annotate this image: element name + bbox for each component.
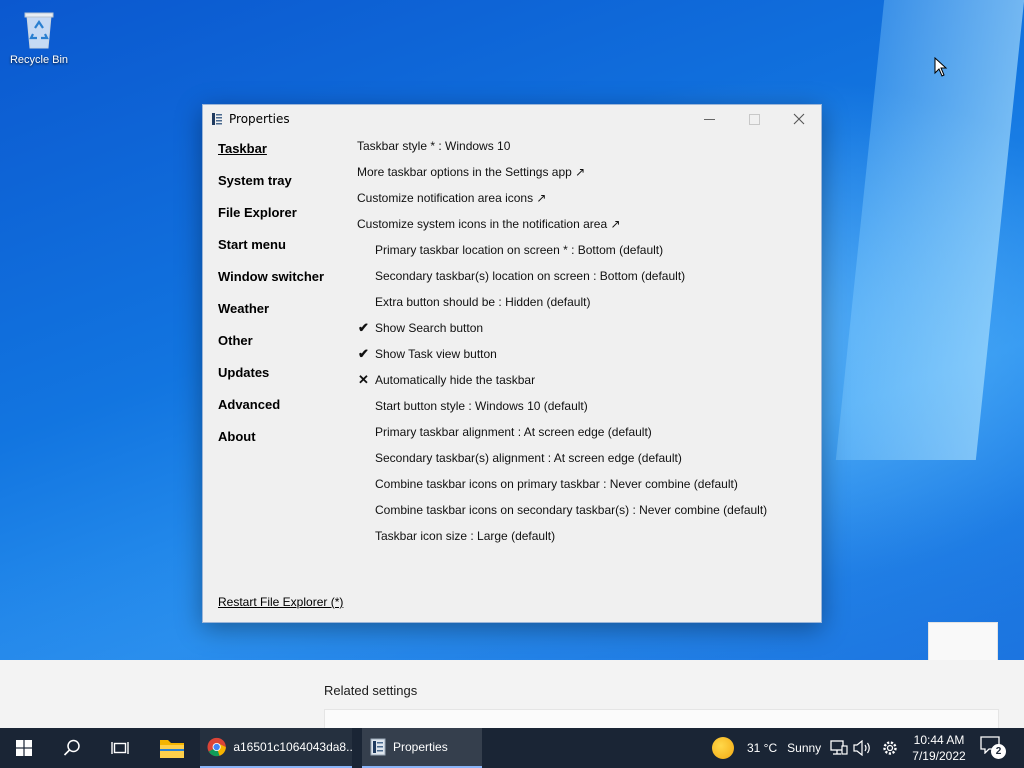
weather-condition: Sunny [787,741,822,755]
volume-tray-button[interactable] [852,738,872,758]
search-icon [63,739,80,756]
sun-icon [712,737,734,759]
option-label: More taskbar options in the Settings app… [357,165,586,179]
option-icon-size[interactable]: Taskbar icon size : Large (default) [357,528,812,554]
option-label: Automatically hide the taskbar [375,373,536,387]
option-label: Show Search button [375,321,484,335]
recycle-bin-shortcut[interactable]: Recycle Bin [4,8,74,74]
taskbar-options-list: Taskbar style * : Windows 10 More taskba… [357,138,812,554]
option-start-button-style[interactable]: Start button style : Windows 10 (default… [357,398,812,424]
option-system-icons-link[interactable]: Customize system icons in the notificati… [357,216,812,242]
task-view-button[interactable] [96,728,144,768]
check-icon: ✔ [358,320,369,335]
windows-logo-icon [16,740,32,756]
network-icon [830,740,848,755]
option-label: Taskbar style * : Windows 10 [357,139,511,153]
option-notification-icons-link[interactable]: Customize notification area icons ↗ [357,190,812,216]
chrome-taskbar-button[interactable]: a16501c1064043da8... [200,728,352,768]
properties-app-icon [370,738,386,756]
option-combine-secondary[interactable]: Combine taskbar icons on secondary taskb… [357,502,812,528]
file-explorer-taskbar-button[interactable] [148,728,196,768]
option-label: Customize system icons in the notificati… [357,217,621,231]
option-label: Secondary taskbar(s) alignment : At scre… [375,451,682,465]
sidebar-item-file-explorer[interactable]: File Explorer [218,205,348,237]
weather-widget[interactable]: 31 °C Sunny [712,728,824,768]
taskbar-clock[interactable]: 10:44 AM 7/19/2022 [906,732,972,764]
properties-window-label: Properties [393,740,448,754]
settings-sidebar: Taskbar System tray File Explorer Start … [218,141,348,461]
chrome-icon [207,737,226,757]
sidebar-item-other[interactable]: Other [218,333,348,365]
recycle-bin-icon [24,12,54,49]
app-icon [212,113,222,125]
folder-icon [160,740,184,758]
task-view-icon [111,742,129,754]
option-label: Start button style : Windows 10 (default… [375,399,588,413]
sidebar-item-start-menu[interactable]: Start menu [218,237,348,269]
recycle-bin-label: Recycle Bin [9,54,69,66]
sidebar-item-window-switcher[interactable]: Window switcher [218,269,348,301]
option-label: Primary taskbar location on screen * : B… [375,243,664,257]
maximize-button[interactable] [731,105,777,133]
option-show-search-button[interactable]: ✔ Show Search button [357,320,812,346]
option-label: Primary taskbar alignment : At screen ed… [375,425,652,439]
sidebar-item-taskbar[interactable]: Taskbar [218,141,348,173]
option-primary-alignment[interactable]: Primary taskbar alignment : At screen ed… [357,424,812,450]
sidebar-item-system-tray[interactable]: System tray [218,173,348,205]
settings-tray-button[interactable] [880,738,900,758]
start-button[interactable] [0,728,48,768]
action-center-button[interactable]: 2 [980,736,1008,760]
option-combine-primary[interactable]: Combine taskbar icons on primary taskbar… [357,476,812,502]
maximize-icon [748,113,760,125]
sidebar-item-updates[interactable]: Updates [218,365,348,397]
gear-icon [883,741,897,755]
option-taskbar-style[interactable]: Taskbar style * : Windows 10 [357,138,812,164]
mouse-cursor-icon [934,57,948,77]
properties-taskbar-button[interactable]: Properties [362,728,482,768]
weather-temperature: 31 °C [747,741,778,755]
option-label: Customize notification area icons ↗ [357,191,547,205]
option-label: Taskbar icon size : Large (default) [375,529,556,543]
window-titlebar[interactable]: Properties [203,105,821,133]
network-tray-button[interactable] [829,738,849,758]
option-label: Extra button should be : Hidden (default… [375,295,591,309]
settings-window-fragment [928,622,998,660]
option-auto-hide-taskbar[interactable]: ✕ Automatically hide the taskbar [357,372,812,398]
restart-explorer-link[interactable]: Restart File Explorer (*) [218,595,343,609]
option-extra-button[interactable]: Extra button should be : Hidden (default… [357,294,812,320]
close-icon [793,113,805,125]
search-button[interactable] [48,728,96,768]
option-label: Secondary taskbar(s) location on screen … [375,269,686,283]
window-title: Properties [229,112,290,126]
minimize-button[interactable] [686,105,732,133]
related-settings-heading: Related settings [324,683,418,698]
option-secondary-location[interactable]: Secondary taskbar(s) location on screen … [357,268,812,294]
option-show-task-view-button[interactable]: ✔ Show Task view button [357,346,812,372]
taskbar: a16501c1064043da8... Properties 31 °C Su… [0,728,1024,768]
sidebar-item-about[interactable]: About [218,429,348,461]
clock-date: 7/19/2022 [912,749,966,763]
sidebar-item-advanced[interactable]: Advanced [218,397,348,429]
minimize-icon [703,118,715,120]
clock-time: 10:44 AM [913,733,965,747]
option-label: Show Task view button [375,347,497,361]
option-label: Combine taskbar icons on secondary taskb… [375,503,768,517]
option-settings-app-link[interactable]: More taskbar options in the Settings app… [357,164,812,190]
option-secondary-alignment[interactable]: Secondary taskbar(s) alignment : At scre… [357,450,812,476]
properties-window: Properties Taskbar System tray File Expl… [202,104,822,623]
close-button[interactable] [776,105,822,133]
option-primary-location[interactable]: Primary taskbar location on screen * : B… [357,242,812,268]
check-icon: ✔ [358,346,369,361]
chrome-window-label: a16501c1064043da8... [233,740,352,754]
settings-window-background: Related settings [0,660,1024,733]
sidebar-item-weather[interactable]: Weather [218,301,348,333]
cross-icon: ✕ [358,372,369,387]
speaker-icon [853,740,870,756]
notification-count-badge: 2 [991,744,1006,759]
wallpaper-light [835,0,1024,460]
option-label: Combine taskbar icons on primary taskbar… [375,477,738,491]
